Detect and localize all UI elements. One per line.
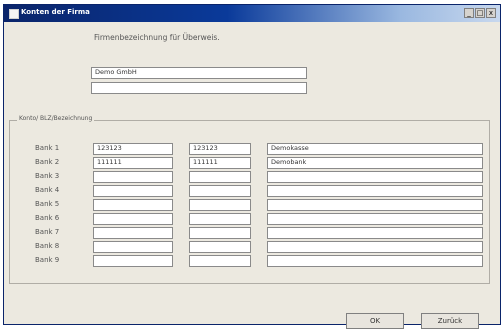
bezeichnung-input[interactable] (267, 199, 483, 211)
konto-input[interactable] (93, 199, 173, 211)
bezeichnung-input[interactable] (267, 241, 483, 253)
window-title: Konten der Firma (21, 8, 90, 16)
bank-label: Bank 5 (35, 200, 60, 208)
window-icon (9, 9, 19, 19)
bank-label: Bank 2 (35, 158, 60, 166)
blz-input[interactable]: 123123 (189, 143, 251, 155)
bezeichnung-input[interactable] (267, 171, 483, 183)
konto-input[interactable] (93, 213, 173, 225)
minimize-icon[interactable]: _ (464, 8, 474, 18)
konto-input[interactable]: 111111 (93, 157, 173, 169)
close-icon[interactable]: x (486, 8, 496, 18)
bank-label: Bank 6 (35, 214, 60, 222)
konto-input[interactable] (93, 255, 173, 267)
bezeichnung-input[interactable]: Demobank (267, 157, 483, 169)
bank-label: Bank 1 (35, 144, 60, 152)
accounts-group-title: Konto/ BLZ/Bezeichnung (17, 115, 95, 122)
bank-label: Bank 3 (35, 172, 60, 180)
blz-input[interactable] (189, 185, 251, 197)
window-controls: _ □ x (463, 8, 496, 18)
bank-label: Bank 4 (35, 186, 60, 194)
bezeichnung-input[interactable] (267, 255, 483, 267)
maximize-icon[interactable]: □ (475, 8, 485, 18)
bezeichnung-input[interactable] (267, 185, 483, 197)
bezeichnung-input[interactable] (267, 227, 483, 239)
blz-input[interactable] (189, 227, 251, 239)
blz-input[interactable] (189, 241, 251, 253)
konto-input[interactable] (93, 185, 173, 197)
konto-input[interactable]: 123123 (93, 143, 173, 155)
bank-label: Bank 9 (35, 256, 60, 264)
bank-label: Bank 7 (35, 228, 60, 236)
blz-input[interactable] (189, 213, 251, 225)
blz-input[interactable] (189, 199, 251, 211)
title-bar[interactable]: Konten der Firma _ □ x (4, 5, 500, 22)
firm-name-line1-input[interactable]: Demo GmbH (91, 67, 307, 79)
bank-label: Bank 8 (35, 242, 60, 250)
blz-input[interactable] (189, 171, 251, 183)
konto-input[interactable] (93, 227, 173, 239)
blz-input[interactable] (189, 255, 251, 267)
bezeichnung-input[interactable]: Demokasse (267, 143, 483, 155)
konto-input[interactable] (93, 241, 173, 253)
blz-input[interactable]: 111111 (189, 157, 251, 169)
bezeichnung-input[interactable] (267, 213, 483, 225)
konto-input[interactable] (93, 171, 173, 183)
firm-name-label: Firmenbezeichnung für Überweis. (94, 33, 220, 42)
firm-name-line2-input[interactable] (91, 82, 307, 94)
